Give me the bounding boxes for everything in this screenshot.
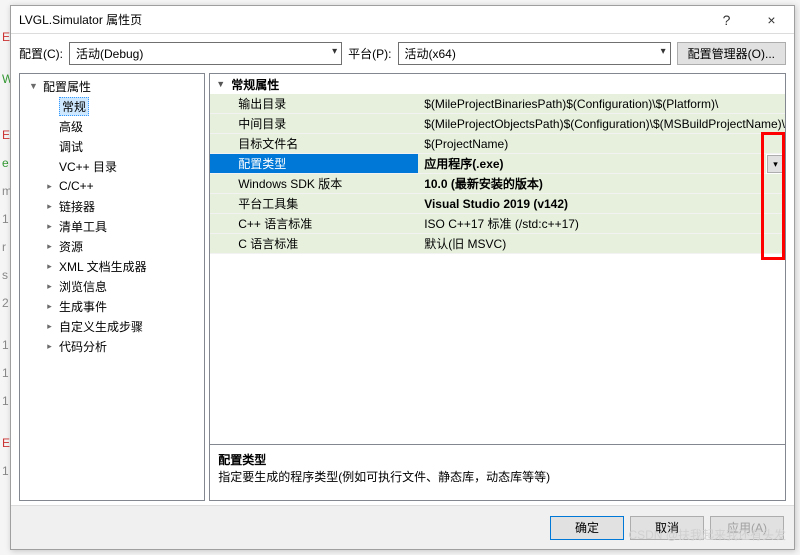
tree-item[interactable]: ▸资源 xyxy=(20,236,204,256)
tree-item[interactable]: ▸XML 文档生成器 xyxy=(20,256,204,276)
property-name: 目标文件名 xyxy=(210,134,418,154)
dropdown-button[interactable]: ▾ xyxy=(767,155,784,173)
config-manager-button[interactable]: 配置管理器(O)... xyxy=(677,42,786,65)
group-header[interactable]: ▼ 常规属性 xyxy=(210,74,785,94)
close-button[interactable]: × xyxy=(749,6,794,34)
tree-item[interactable]: 调试 xyxy=(20,136,204,156)
dialog-footer: 确定 取消 应用(A) xyxy=(11,505,794,549)
tree-item[interactable]: 高级 xyxy=(20,116,204,136)
tree-item[interactable]: 常规 xyxy=(20,96,204,116)
tree-item[interactable]: ▸生成事件 xyxy=(20,296,204,316)
property-name: C++ 语言标准 xyxy=(210,214,418,234)
tree-root[interactable]: ▼配置属性 xyxy=(20,76,204,96)
cancel-button[interactable]: 取消 xyxy=(630,516,704,540)
help-button[interactable]: ? xyxy=(704,6,749,34)
property-row[interactable]: 配置类型应用程序(.exe) ▾ xyxy=(210,154,785,174)
platform-label: 平台(P): xyxy=(348,45,391,62)
config-combo[interactable]: 活动(Debug) ▾ xyxy=(69,42,342,65)
property-value[interactable]: 默认(旧 MSVC) xyxy=(418,234,785,254)
property-value[interactable]: $(MileProjectObjectsPath)$(Configuration… xyxy=(418,114,785,134)
property-value[interactable]: 应用程序(.exe) xyxy=(418,154,766,174)
ok-button[interactable]: 确定 xyxy=(550,516,624,540)
chevron-down-icon: ▾ xyxy=(661,46,666,57)
tree-item[interactable]: VC++ 目录 xyxy=(20,156,204,176)
property-value[interactable]: 10.0 (最新安装的版本) xyxy=(418,174,785,194)
property-row[interactable]: 目标文件名$(ProjectName) xyxy=(210,134,785,154)
chevron-down-icon: ▾ xyxy=(332,46,337,57)
property-value[interactable]: $(MileProjectBinariesPath)$(Configuratio… xyxy=(418,94,785,114)
property-name: 输出目录 xyxy=(210,94,418,114)
property-row[interactable]: 中间目录$(MileProjectObjectsPath)$(Configura… xyxy=(210,114,785,134)
property-value[interactable]: Visual Studio 2019 (v142) xyxy=(418,194,785,214)
tree-item[interactable]: ▸C/C++ xyxy=(20,176,204,196)
property-grid: ▼ 常规属性 输出目录$(MileProjectBinariesPath)$(C… xyxy=(210,74,785,444)
window-title: LVGL.Simulator 属性页 xyxy=(19,11,704,28)
property-row[interactable]: 输出目录$(MileProjectBinariesPath)$(Configur… xyxy=(210,94,785,114)
tree-item[interactable]: ▸链接器 xyxy=(20,196,204,216)
tree-item[interactable]: ▸代码分析 xyxy=(20,336,204,356)
tree-item[interactable]: ▸自定义生成步骤 xyxy=(20,316,204,336)
config-toolbar: 配置(C): 活动(Debug) ▾ 平台(P): 活动(x64) ▾ 配置管理… xyxy=(11,34,794,73)
description-pane: 配置类型 指定要生成的程序类型(例如可执行文件、静态库，动态库等等) xyxy=(210,444,785,500)
chevron-down-icon: ▾ xyxy=(773,159,778,170)
property-value[interactable]: ISO C++17 标准 (/std:c++17) xyxy=(418,214,785,234)
category-tree[interactable]: ▼配置属性常规高级调试VC++ 目录▸C/C++▸链接器▸清单工具▸资源▸XML… xyxy=(19,73,205,501)
config-label: 配置(C): xyxy=(19,45,63,62)
property-name: 中间目录 xyxy=(210,114,418,134)
property-value[interactable]: $(ProjectName) xyxy=(418,134,785,154)
tree-item[interactable]: ▸浏览信息 xyxy=(20,276,204,296)
description-text: 指定要生成的程序类型(例如可执行文件、静态库，动态库等等) xyxy=(218,468,777,485)
property-name: Windows SDK 版本 xyxy=(210,174,418,194)
tree-item[interactable]: ▸清单工具 xyxy=(20,216,204,236)
platform-combo[interactable]: 活动(x64) ▾ xyxy=(398,42,671,65)
description-title: 配置类型 xyxy=(218,451,777,468)
property-row[interactable]: Windows SDK 版本10.0 (最新安装的版本) xyxy=(210,174,785,194)
collapse-icon: ▼ xyxy=(216,79,227,89)
property-name: 平台工具集 xyxy=(210,194,418,214)
apply-button[interactable]: 应用(A) xyxy=(710,516,784,540)
titlebar: LVGL.Simulator 属性页 ? × xyxy=(11,6,794,34)
property-name: 配置类型 xyxy=(210,154,418,174)
property-row[interactable]: 平台工具集Visual Studio 2019 (v142) xyxy=(210,194,785,214)
property-row[interactable]: C++ 语言标准ISO C++17 标准 (/std:c++17) xyxy=(210,214,785,234)
property-pages-dialog: LVGL.Simulator 属性页 ? × 配置(C): 活动(Debug) … xyxy=(10,5,795,550)
property-name: C 语言标准 xyxy=(210,234,418,254)
property-row[interactable]: C 语言标准默认(旧 MSVC) xyxy=(210,234,785,254)
